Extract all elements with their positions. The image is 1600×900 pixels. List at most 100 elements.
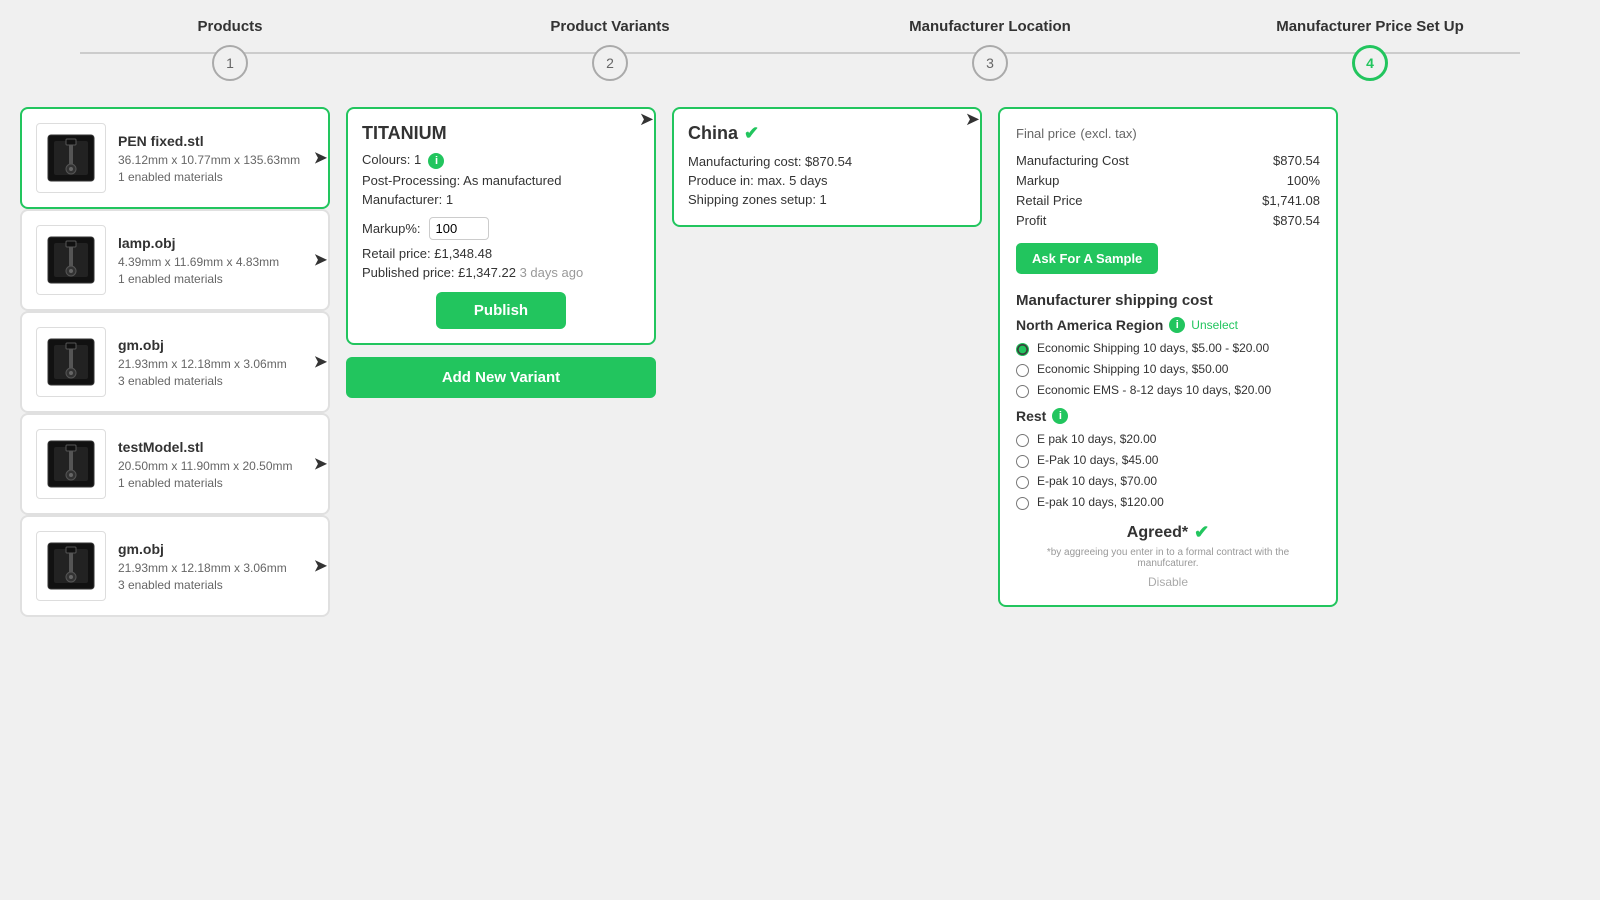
- step-2-circle: 2: [592, 45, 628, 81]
- product-thumb-4: [36, 531, 106, 601]
- na-label-2: Economic EMS - 8-12 days 10 days, $20.00: [1037, 383, 1271, 397]
- price-row-0: Manufacturing Cost$870.54: [1016, 153, 1320, 168]
- product-materials-0: 1 enabled materials: [118, 170, 314, 184]
- rest-option-1[interactable]: E-Pak 10 days, $45.00: [1016, 453, 1320, 468]
- rest-section: Rest i E pak 10 days, $20.00E-Pak 10 day…: [1016, 408, 1320, 510]
- variant-title: TITANIUM: [362, 123, 640, 144]
- product-name-2: gm.obj: [118, 337, 314, 353]
- product-name-0: PEN fixed.stl: [118, 133, 314, 149]
- price-row-label-2: Retail Price: [1016, 193, 1082, 208]
- location-card[interactable]: ➤ China ✔ Manufacturing cost: $870.54 Pr…: [672, 107, 982, 227]
- product-name-1: lamp.obj: [118, 235, 314, 251]
- north-america-region-title: North America Region i Unselect: [1016, 317, 1320, 333]
- agreed-row: Agreed* ✔: [1016, 522, 1320, 543]
- ask-sample-button[interactable]: Ask For A Sample: [1016, 243, 1158, 274]
- location-arrow-icon: ➤: [965, 109, 980, 130]
- product-info-1: lamp.obj 4.39mm x 11.69mm x 4.83mm 1 ena…: [118, 235, 314, 286]
- na-option-2[interactable]: Economic EMS - 8-12 days 10 days, $20.00: [1016, 383, 1320, 398]
- na-option-0[interactable]: Economic Shipping 10 days, $5.00 - $20.0…: [1016, 341, 1320, 356]
- product-materials-2: 3 enabled materials: [118, 374, 314, 388]
- price-card: Final price (excl. tax) Manufacturing Co…: [998, 107, 1338, 607]
- na-radio-2[interactable]: [1016, 385, 1029, 398]
- rest-radio-2[interactable]: [1016, 476, 1029, 489]
- product-info-4: gm.obj 21.93mm x 12.18mm x 3.06mm 3 enab…: [118, 541, 314, 592]
- price-row-value-3: $870.54: [1273, 213, 1320, 228]
- rest-option-3[interactable]: E-pak 10 days, $120.00: [1016, 495, 1320, 510]
- north-america-info-icon: i: [1169, 317, 1185, 333]
- variant-arrow-icon: ➤: [639, 109, 654, 130]
- markup-row: Markup%:: [362, 217, 640, 240]
- product-dims-2: 21.93mm x 12.18mm x 3.06mm: [118, 357, 314, 371]
- rest-radio-0[interactable]: [1016, 434, 1029, 447]
- rest-option-0[interactable]: E pak 10 days, $20.00: [1016, 432, 1320, 447]
- markup-label: Markup%:: [362, 221, 421, 236]
- final-price-title: Final price (excl. tax): [1016, 125, 1320, 143]
- location-column: ➤ China ✔ Manufacturing cost: $870.54 Pr…: [672, 107, 982, 227]
- rest-option-2[interactable]: E-pak 10 days, $70.00: [1016, 474, 1320, 489]
- products-column: PEN fixed.stl 36.12mm x 10.77mm x 135.63…: [20, 107, 330, 617]
- colours-info-icon: i: [428, 153, 444, 169]
- product-materials-3: 1 enabled materials: [118, 476, 314, 490]
- agreed-check-icon: ✔: [1194, 522, 1209, 543]
- variants-column: ➤ TITANIUM Colours: 1 i Post-Processing:…: [346, 107, 656, 398]
- product-info-3: testModel.stl 20.50mm x 11.90mm x 20.50m…: [118, 439, 314, 490]
- unselect-link[interactable]: Unselect: [1191, 318, 1238, 332]
- agreed-note: *by aggreeing you enter in to a formal c…: [1016, 547, 1320, 569]
- price-row-2: Retail Price $1,741.08: [1016, 193, 1320, 208]
- step-1-label: Products: [197, 18, 262, 35]
- na-radio-0[interactable]: [1016, 343, 1029, 356]
- produce-in: Produce in: max. 5 days: [688, 173, 966, 188]
- retail-price: Retail price: £1,348.48: [362, 246, 640, 261]
- product-dims-4: 21.93mm x 12.18mm x 3.06mm: [118, 561, 314, 575]
- product-name-3: testModel.stl: [118, 439, 314, 455]
- product-arrow-icon-2: ➤: [313, 352, 328, 373]
- product-thumb-1: [36, 225, 106, 295]
- rest-label-1: E-Pak 10 days, $45.00: [1037, 453, 1158, 467]
- na-option-1[interactable]: Economic Shipping 10 days, $50.00: [1016, 362, 1320, 377]
- step-3-circle: 3: [972, 45, 1008, 81]
- rest-radio-3[interactable]: [1016, 497, 1029, 510]
- product-arrow-icon-3: ➤: [313, 454, 328, 475]
- product-dims-0: 36.12mm x 10.77mm x 135.63mm: [118, 153, 314, 167]
- product-card-3[interactable]: testModel.stl 20.50mm x 11.90mm x 20.50m…: [20, 413, 330, 515]
- agreed-text: Agreed*: [1127, 524, 1188, 542]
- step-3: Manufacturer Location 3: [800, 18, 1180, 81]
- step-1-circle: 1: [212, 45, 248, 81]
- price-row-value-1: 100%: [1287, 173, 1320, 188]
- na-radio-1[interactable]: [1016, 364, 1029, 377]
- step-4-circle: 4: [1352, 45, 1388, 81]
- price-row-label-0: Manufacturing Cost: [1016, 153, 1129, 168]
- rest-info-icon: i: [1052, 408, 1068, 424]
- na-label-1: Economic Shipping 10 days, $50.00: [1037, 362, 1228, 376]
- shipping-zones: Shipping zones setup: 1: [688, 192, 966, 207]
- published-price: Published price: £1,347.22 3 days ago: [362, 265, 640, 280]
- price-row-label-3: Profit: [1016, 213, 1046, 228]
- product-card-2[interactable]: gm.obj 21.93mm x 12.18mm x 3.06mm 3 enab…: [20, 311, 330, 413]
- markup-input[interactable]: [429, 217, 489, 240]
- product-materials-4: 3 enabled materials: [118, 578, 314, 592]
- product-card-4[interactable]: gm.obj 21.93mm x 12.18mm x 3.06mm 3 enab…: [20, 515, 330, 617]
- step-1: Products 1: [40, 18, 420, 81]
- na-label-0: Economic Shipping 10 days, $5.00 - $20.0…: [1037, 341, 1269, 355]
- product-info-0: PEN fixed.stl 36.12mm x 10.77mm x 135.63…: [118, 133, 314, 184]
- add-variant-button[interactable]: Add New Variant: [346, 357, 656, 398]
- disable-link[interactable]: Disable: [1016, 575, 1320, 589]
- rest-radio-1[interactable]: [1016, 455, 1029, 468]
- publish-button[interactable]: Publish: [436, 292, 566, 329]
- product-thumb-0: [36, 123, 106, 193]
- product-card-0[interactable]: PEN fixed.stl 36.12mm x 10.77mm x 135.63…: [20, 107, 330, 209]
- rest-label-2: E-pak 10 days, $70.00: [1037, 474, 1157, 488]
- step-4-label: Manufacturer Price Set Up: [1276, 18, 1464, 35]
- product-name-4: gm.obj: [118, 541, 314, 557]
- product-arrow-icon-4: ➤: [313, 556, 328, 577]
- main-content: PEN fixed.stl 36.12mm x 10.77mm x 135.63…: [0, 91, 1600, 633]
- mfg-cost: Manufacturing cost: $870.54: [688, 154, 966, 169]
- product-arrow-icon-0: ➤: [313, 148, 328, 169]
- step-2-label: Product Variants: [550, 18, 669, 35]
- stepper: Products 1 Product Variants 2 Manufactur…: [0, 0, 1600, 91]
- location-check-icon: ✔: [744, 123, 759, 144]
- price-row-value-2: $1,741.08: [1262, 193, 1320, 208]
- variant-card[interactable]: ➤ TITANIUM Colours: 1 i Post-Processing:…: [346, 107, 656, 345]
- product-card-1[interactable]: lamp.obj 4.39mm x 11.69mm x 4.83mm 1 ena…: [20, 209, 330, 311]
- variant-post-processing: Post-Processing: As manufactured: [362, 173, 640, 188]
